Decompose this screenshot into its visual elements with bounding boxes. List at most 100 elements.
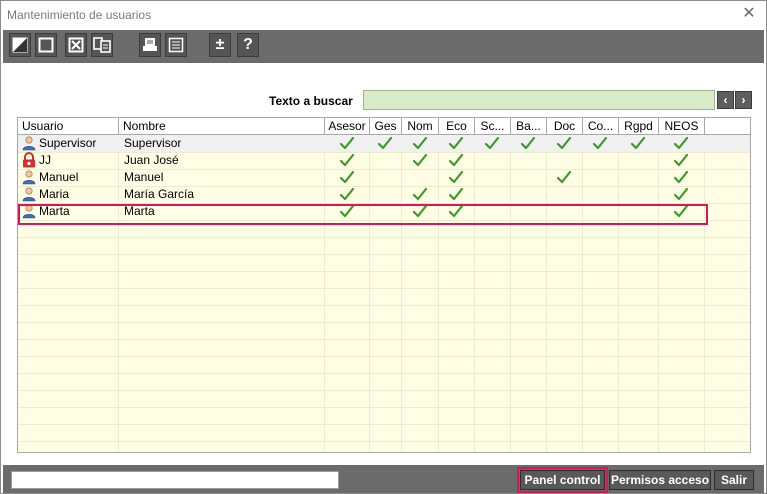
check-icon [339,187,355,201]
check-icon [339,170,355,184]
next-button[interactable]: › [735,91,752,109]
copy-record-button[interactable] [91,33,113,57]
grid-line [18,220,750,221]
window-title: Mantenimiento de usuarios [7,8,152,22]
user-icon [21,186,37,202]
check-icon [673,204,689,218]
check-icon [673,187,689,201]
grid-line [18,254,750,255]
check-icon [448,204,464,218]
previous-button[interactable]: ‹ [717,91,734,109]
new-record-icon [38,37,54,53]
plus-minus-icon: ± [215,36,225,53]
check-icon [556,170,572,184]
edit-record-icon [12,37,28,53]
dialog-window: Mantenimiento de usuarios ✕ ± ? Texto a … [0,0,767,494]
grid-line [18,322,750,323]
grid-line [18,271,750,272]
grid-header: Usuario Nombre Asesor Ges Nom Eco Sc... Ba... Do… [18,118,750,135]
search-input[interactable] [363,90,715,110]
table-row[interactable]: Supervisor Supervisor [18,135,750,152]
nombre-cell: Supervisor [124,136,182,150]
close-icon[interactable]: ✕ [740,5,758,23]
search-label: Texto a buscar [269,94,353,108]
grid-line [18,424,750,425]
delete-record-icon [68,37,84,53]
check-icon [339,153,355,167]
column-header[interactable]: Usuario [18,118,119,135]
usuario-cell: Maria [39,187,70,201]
column-header[interactable]: Ba... [511,118,547,135]
locked-user-icon [21,152,37,168]
panel-control-button[interactable]: Panel control [520,470,605,490]
column-header[interactable]: Sc... [475,118,511,135]
list-icon [168,37,184,53]
usuario-cell: Supervisor [39,136,97,150]
column-header[interactable]: Nom [402,118,439,135]
usuario-cell: JJ [39,153,51,167]
usuario-cell: Marta [39,204,70,218]
column-header[interactable]: Nombre [119,118,325,135]
check-icon [592,136,608,150]
column-header[interactable]: Asesor [325,118,370,135]
check-icon [448,187,464,201]
column-header[interactable]: Doc [547,118,583,135]
grid-line [18,373,750,374]
check-icon [673,170,689,184]
check-icon [412,204,428,218]
salir-button[interactable]: Salir [714,470,754,490]
check-icon [484,136,500,150]
table-row[interactable]: JJ Juan José [18,152,750,169]
check-icon [412,153,428,167]
column-header[interactable]: NEOS [659,118,705,135]
toolbar: ± ? [3,30,764,63]
grid-line [18,237,750,238]
nombre-cell: Manuel [124,170,164,184]
check-icon [448,136,464,150]
check-icon [520,136,536,150]
usuario-cell: Manuel [39,170,79,184]
print-icon [143,38,157,51]
permisos-acceso-button[interactable]: Permisos acceso [609,470,711,490]
grid-line [18,390,750,391]
edit-record-button[interactable] [9,33,31,57]
grid-line [18,339,750,340]
table-row[interactable]: Maria María García [18,186,750,203]
user-icon [21,135,37,151]
check-icon [412,136,428,150]
new-record-button[interactable] [35,33,57,57]
check-icon [673,153,689,167]
print-button[interactable] [139,33,161,57]
grid-line [18,407,750,408]
plus-minus-button[interactable]: ± [209,33,231,57]
help-icon: ? [243,36,253,53]
check-icon [377,136,393,150]
table-row[interactable]: Manuel Manuel [18,169,750,186]
users-grid: Usuario Nombre Asesor Ges Nom Eco Sc... Ba... Do… [17,117,751,453]
check-icon [339,136,355,150]
table-row[interactable]: Marta Marta [18,203,750,220]
title-bar: Mantenimiento de usuarios ✕ [1,1,766,29]
nombre-cell: Marta [124,204,155,218]
help-button[interactable]: ? [237,33,259,57]
column-header[interactable]: Co... [583,118,619,135]
check-icon [630,136,646,150]
delete-record-button[interactable] [65,33,87,57]
grid-line [18,356,750,357]
column-header[interactable]: Rgpd [619,118,659,135]
column-header[interactable]: Ges [370,118,402,135]
grid-line [18,305,750,306]
list-button[interactable] [165,33,187,57]
check-icon [412,187,428,201]
column-header[interactable]: Eco [439,118,475,135]
copy-record-icon [93,37,111,53]
grid-line [18,288,750,289]
nombre-cell: María García [124,187,195,201]
status-field [11,471,339,489]
grid-line [18,441,750,442]
check-icon [673,136,689,150]
check-icon [339,204,355,218]
nombre-cell: Juan José [124,153,179,167]
user-icon [21,169,37,185]
check-icon [556,136,572,150]
